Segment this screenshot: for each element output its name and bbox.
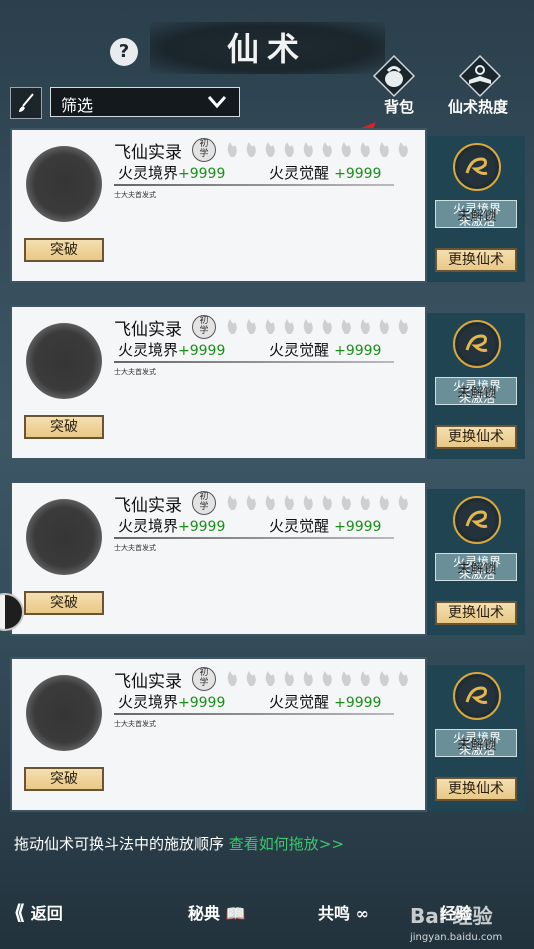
spell-card[interactable]: 突破 飞仙实录初 学火灵境界+9999 火灵觉醒 +9999 士大夫首发式 火灵境界 未激… bbox=[10, 305, 525, 465]
cloud-swirl-icon: ∞ bbox=[355, 904, 369, 923]
dragon-emblem-icon bbox=[453, 496, 501, 544]
spell-card[interactable]: 突破 飞仙实录初 学火灵境界+9999 火灵觉醒 +9999 士大夫首发式 火灵境界 未激… bbox=[10, 481, 525, 641]
spell-subtitle: 士大夫首发式 bbox=[114, 368, 156, 376]
stat-awaken: 火灵觉醒 +9999 bbox=[269, 339, 381, 360]
watermark-brand: Bai 经验 bbox=[410, 904, 493, 928]
spell-name: 飞仙实录 bbox=[114, 143, 182, 163]
stat-realm-value: +9999 bbox=[178, 166, 226, 182]
stat-realm-value: +9999 bbox=[178, 519, 226, 535]
change-spell-button[interactable]: 更换仙术 bbox=[435, 425, 517, 449]
drag-hint-text: 拖动仙术可换斗法中的施放顺序 bbox=[14, 835, 225, 853]
locked-overlay: 未解锁 bbox=[457, 738, 497, 753]
page-title: 仙术 bbox=[226, 30, 307, 68]
stat-awaken-value: +9999 bbox=[334, 695, 382, 711]
stat-awaken: 火灵觉醒 +9999 bbox=[269, 515, 381, 536]
divider bbox=[114, 537, 394, 539]
stat-awaken-value: +9999 bbox=[334, 166, 382, 182]
rank-badge: 初 学 bbox=[192, 667, 216, 691]
spell-portrait bbox=[26, 323, 102, 399]
stat-awaken-label: 火灵觉醒 bbox=[269, 693, 330, 711]
locked-overlay: 未解锁 bbox=[457, 386, 497, 401]
back-arrow-icon: ⟪ bbox=[14, 900, 26, 924]
spell-subtitle: 士大夫首发式 bbox=[114, 720, 156, 728]
spell-name: 飞仙实录 bbox=[114, 320, 182, 340]
flame-rating-icon bbox=[227, 319, 408, 334]
help-button[interactable]: ? bbox=[110, 38, 138, 66]
drag-hint: 拖动仙术可换斗法中的施放顺序 查看如何拖放>> bbox=[14, 833, 344, 854]
activation-status: 火灵境界 未激活 未解锁 bbox=[435, 729, 517, 757]
stat-awaken-value: +9999 bbox=[334, 343, 382, 359]
rank-badge: 初 学 bbox=[192, 138, 216, 162]
stat-realm-label: 火灵境界 bbox=[118, 164, 179, 182]
chevron-down-icon bbox=[207, 96, 227, 109]
spell-portrait bbox=[26, 499, 102, 575]
breakthrough-button[interactable]: 突破 bbox=[24, 415, 104, 439]
resonance-button[interactable]: 共鸣 ∞ bbox=[318, 900, 369, 924]
back-button[interactable]: ⟪ 返回 bbox=[14, 900, 63, 924]
divider bbox=[114, 361, 394, 363]
manual-label: 秘典 bbox=[188, 904, 221, 923]
stat-realm: 火灵境界+9999 bbox=[118, 339, 225, 360]
bag-icon bbox=[372, 54, 416, 98]
filter-label: 筛选 bbox=[61, 96, 94, 115]
activation-status: 火灵境界 未激活 未解锁 bbox=[435, 200, 517, 228]
spell-subtitle: 士大夫首发式 bbox=[114, 191, 156, 199]
brush-button[interactable] bbox=[10, 87, 42, 119]
resonance-label: 共鸣 bbox=[318, 904, 351, 923]
how-to-drag-link[interactable]: 查看如何拖放>> bbox=[229, 835, 344, 853]
dragon-emblem-icon bbox=[453, 672, 501, 720]
change-spell-button[interactable]: 更换仙术 bbox=[435, 248, 517, 272]
book-icon bbox=[458, 54, 502, 98]
divider bbox=[114, 184, 394, 186]
spell-name: 飞仙实录 bbox=[114, 496, 182, 516]
flame-rating-icon bbox=[227, 142, 408, 157]
book-open-icon: 📖 bbox=[225, 904, 246, 923]
breakthrough-button[interactable]: 突破 bbox=[24, 238, 104, 262]
stat-awaken: 火灵觉醒 +9999 bbox=[269, 162, 381, 183]
stat-awaken-label: 火灵觉醒 bbox=[269, 164, 330, 182]
stat-realm-value: +9999 bbox=[178, 343, 226, 359]
spell-name: 飞仙实录 bbox=[114, 672, 182, 692]
spell-heat-button[interactable]: 仙术热度 bbox=[448, 54, 508, 116]
brush-icon bbox=[19, 93, 34, 112]
flame-rating-icon bbox=[227, 671, 408, 686]
stat-awaken-value: +9999 bbox=[334, 519, 382, 535]
stat-realm-label: 火灵境界 bbox=[118, 517, 179, 535]
activation-status: 火灵境界 未激活 未解锁 bbox=[435, 377, 517, 405]
stat-realm-label: 火灵境界 bbox=[118, 693, 179, 711]
activation-status: 火灵境界 未激活 未解锁 bbox=[435, 553, 517, 581]
spell-portrait bbox=[26, 146, 102, 222]
stat-realm: 火灵境界+9999 bbox=[118, 162, 225, 183]
locked-overlay: 未解锁 bbox=[457, 562, 497, 577]
stat-awaken-label: 火灵觉醒 bbox=[269, 341, 330, 359]
filter-dropdown[interactable]: 筛选 bbox=[50, 87, 240, 117]
spell-heat-label: 仙术热度 bbox=[448, 98, 509, 116]
rank-badge: 初 学 bbox=[192, 315, 216, 339]
breakthrough-button[interactable]: 突破 bbox=[24, 591, 104, 615]
bag-button[interactable]: 背包 bbox=[372, 54, 416, 116]
stat-realm: 火灵境界+9999 bbox=[118, 691, 225, 712]
dragon-emblem-icon bbox=[453, 143, 501, 191]
stat-realm: 火灵境界+9999 bbox=[118, 515, 225, 536]
breakthrough-button[interactable]: 突破 bbox=[24, 767, 104, 791]
spell-card[interactable]: 突破 飞仙实录初 学火灵境界+9999 火灵觉醒 +9999 士大夫首发式 火灵境界 未激… bbox=[10, 657, 525, 817]
stat-realm-value: +9999 bbox=[178, 695, 226, 711]
locked-overlay: 未解锁 bbox=[457, 209, 497, 224]
spell-subtitle: 士大夫首发式 bbox=[114, 544, 156, 552]
watermark-url: jingyan.baidu.com bbox=[410, 932, 503, 943]
bag-label: 背包 bbox=[384, 98, 415, 116]
dragon-emblem-icon bbox=[453, 320, 501, 368]
change-spell-button[interactable]: 更换仙术 bbox=[435, 601, 517, 625]
spell-card[interactable]: 突破 飞仙实录初 学火灵境界+9999 火灵觉醒 +9999 士大夫首发式 火灵境界 未激… bbox=[10, 128, 525, 288]
back-label: 返回 bbox=[30, 904, 63, 923]
stat-awaken-label: 火灵觉醒 bbox=[269, 517, 330, 535]
divider bbox=[114, 713, 394, 715]
stat-awaken: 火灵觉醒 +9999 bbox=[269, 691, 381, 712]
change-spell-button[interactable]: 更换仙术 bbox=[435, 777, 517, 801]
rank-badge: 初 学 bbox=[192, 491, 216, 515]
stat-realm-label: 火灵境界 bbox=[118, 341, 179, 359]
manual-button[interactable]: 秘典 📖 bbox=[188, 900, 246, 924]
flame-rating-icon bbox=[227, 495, 408, 510]
spell-portrait bbox=[26, 675, 102, 751]
